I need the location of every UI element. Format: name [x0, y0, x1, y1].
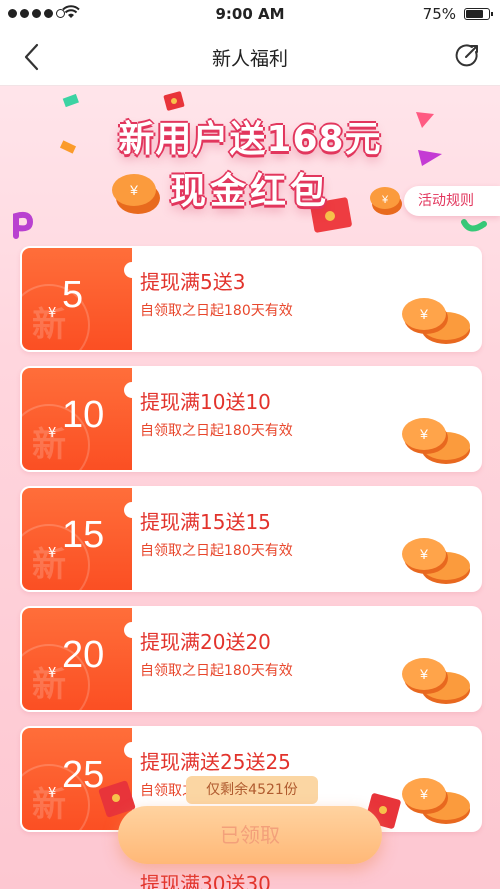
svg-text:¥: ¥ [419, 546, 428, 562]
page-title: 新人福利 [211, 48, 288, 70]
coupon-validity: 自领取之日起180天有效 [140, 663, 293, 679]
confetti-decoration [461, 219, 487, 232]
coupon-amount-panel: 新 ¥ 20 [22, 608, 132, 710]
next-coupon-title-peek: 提现满30送30 [140, 872, 271, 889]
coin-icon: ¥ [402, 538, 470, 584]
coupon-validity: 自领取之日起180天有效 [140, 423, 293, 439]
activity-rules-button[interactable]: 活动规则 [404, 186, 500, 216]
coupon-validity: 自领取之日起180天有效 [140, 543, 293, 559]
coupon-amount-panel: 新 ¥ 10 [22, 368, 132, 470]
coupon-list: 新 ¥ 5 提现满5送3 自领取之日起180天有效 ¥ 新 ¥ 10 提现满10… [20, 246, 482, 846]
currency-symbol: ¥ [48, 786, 57, 801]
coupon-card[interactable]: 新 ¥ 20 提现满20送20 自领取之日起180天有效 ¥ [20, 606, 482, 712]
coin-icon: ¥ [402, 418, 470, 464]
coupon-card[interactable]: 新 ¥ 15 提现满15送15 自领取之日起180天有效 ¥ [20, 486, 482, 592]
remaining-count-badge: 仅剩余4521份 [186, 776, 318, 804]
coupon-amount-panel: 新 ¥ 5 [22, 248, 132, 350]
coupon-card[interactable]: 新 ¥ 5 提现满5送3 自领取之日起180天有效 ¥ [20, 246, 482, 352]
coupon-title: 提现满15送15 [140, 510, 271, 534]
coupon-amount: 10 [62, 394, 105, 436]
coupon-amount: 5 [62, 274, 84, 316]
coupon-amount-panel: 新 ¥ 15 [22, 488, 132, 590]
coupon-title: 提现满10送10 [140, 390, 271, 414]
confetti-decoration [13, 211, 34, 239]
coupon-title: 提现满20送20 [140, 630, 271, 654]
claim-button[interactable]: 已领取 [118, 806, 382, 864]
coin-icon: ¥ [402, 658, 470, 704]
svg-text:¥: ¥ [419, 666, 428, 682]
svg-text:¥: ¥ [419, 426, 428, 442]
coupon-validity: 自领取之日起180天有效 [140, 303, 293, 319]
coupon-amount: 20 [62, 634, 105, 676]
share-icon[interactable] [454, 42, 482, 70]
hero-title-line1: 新用户送168元 [118, 119, 382, 160]
coupon-title: 提现满送25送25 [140, 750, 291, 774]
svg-text:¥: ¥ [419, 786, 428, 802]
currency-symbol: ¥ [48, 546, 57, 561]
coin-icon: ¥ [402, 298, 470, 344]
currency-symbol: ¥ [48, 306, 57, 321]
coupon-card[interactable]: 新 ¥ 10 提现满10送10 自领取之日起180天有效 ¥ [20, 366, 482, 472]
hero-banner: ¥ ¥ 新用户送168元 现金红包 活动规则 [0, 86, 500, 246]
coupon-amount: 15 [62, 514, 105, 556]
currency-symbol: ¥ [48, 426, 57, 441]
coin-icon: ¥ [402, 778, 470, 824]
battery-percent: 75% [422, 5, 456, 23]
coupon-title: 提现满5送3 [140, 270, 246, 294]
battery-icon [464, 8, 493, 20]
currency-symbol: ¥ [48, 666, 57, 681]
status-bar: 9:00 AM 75% [0, 0, 500, 28]
confetti-decoration [62, 94, 79, 108]
nav-bar: 新人福利 [0, 28, 500, 86]
svg-text:¥: ¥ [419, 306, 428, 322]
